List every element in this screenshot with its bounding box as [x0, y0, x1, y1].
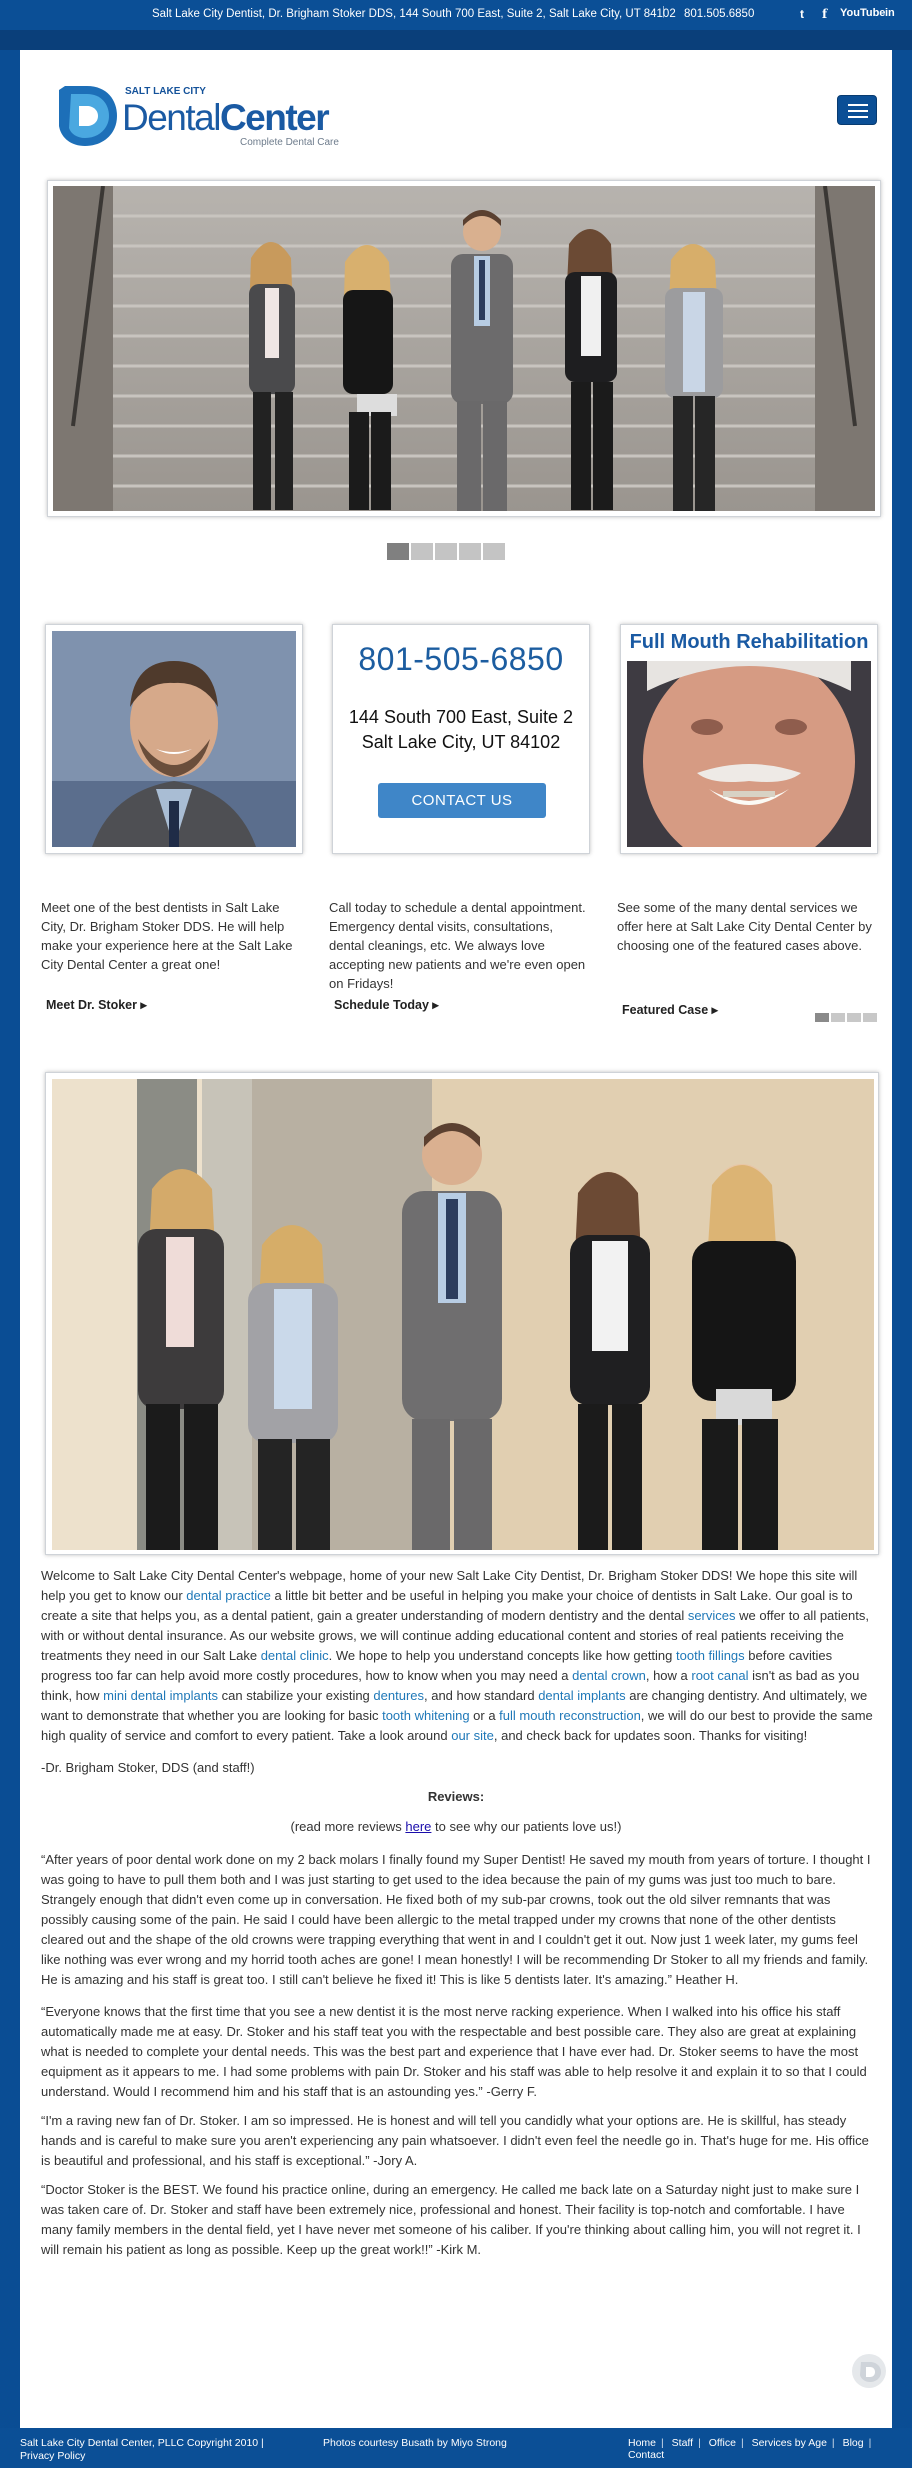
contact-us-button[interactable]: CONTACT US	[378, 783, 546, 818]
dentures-link[interactable]: dentures	[373, 1688, 424, 1703]
contact-info-box: 801-505-6850 144 South 700 East, Suite 2…	[332, 624, 590, 854]
slider-dot[interactable]	[459, 543, 481, 560]
dental-implants-link[interactable]: dental implants	[538, 1688, 625, 1703]
slider-dot[interactable]	[483, 543, 505, 560]
hamburger-menu-button[interactable]	[837, 95, 877, 125]
logo-word-dental: Dental	[122, 97, 221, 138]
photo-credit: Photos courtesy Busath by Miyo Strong	[323, 2437, 507, 2449]
schedule-text: Call today to schedule a dental appointm…	[329, 900, 586, 991]
box-address-line1: 144 South 700 East, Suite 2	[348, 707, 574, 727]
team-photo-frame	[45, 1072, 879, 1555]
box-address: 144 South 700 East, Suite 2 Salt Lake Ci…	[333, 705, 589, 755]
reviews-subtitle: (read more reviews here to see why our p…	[0, 1819, 912, 1834]
slider-dot[interactable]	[387, 543, 409, 560]
full-mouth-reconstruction-link[interactable]: full mouth reconstruction	[499, 1708, 641, 1723]
reviews-sub-text: (read more reviews	[290, 1819, 406, 1834]
more-reviews-link[interactable]: here	[405, 1819, 431, 1834]
root-canal-link[interactable]: root canal	[691, 1668, 748, 1683]
doctor-portrait-box[interactable]	[45, 624, 303, 854]
team-group-photo	[52, 1079, 874, 1550]
featured-dot[interactable]	[815, 1013, 829, 1022]
welcome-text: , how a	[645, 1668, 692, 1683]
header-phone-link[interactable]: 801.505.6850	[684, 8, 754, 20]
privacy-policy-link[interactable]: Privacy Policy	[20, 2450, 264, 2463]
facebook-icon[interactable]: f	[822, 7, 827, 21]
header-strip	[0, 30, 912, 50]
our-site-link[interactable]: our site	[451, 1728, 494, 1743]
mini-dental-implants-link[interactable]: mini dental implants	[103, 1688, 218, 1703]
featured-case-title: Full Mouth Rehabilitation	[629, 631, 869, 653]
menu-bar-icon	[848, 110, 868, 112]
footer-nav-staff[interactable]: Staff	[672, 2437, 693, 2449]
dental-center-watermark-icon	[852, 2354, 886, 2388]
header-address: Salt Lake City Dentist, Dr. Brigham Stok…	[152, 8, 676, 20]
featured-case-box[interactable]: Full Mouth Rehabilitation	[620, 624, 878, 854]
tooth-whitening-link[interactable]: tooth whitening	[382, 1708, 469, 1723]
dental-practice-link[interactable]: dental practice	[186, 1588, 271, 1603]
review-jory: “I'm a raving new fan of Dr. Stoker. I a…	[41, 2113, 869, 2168]
footer-nav-divider: |	[661, 2437, 664, 2449]
footer-nav-divider: |	[831, 2437, 835, 2449]
footer-nav-divider: |	[740, 2437, 744, 2449]
meet-dr-stoker-link[interactable]: Meet Dr. Stoker ▸	[46, 997, 147, 1012]
welcome-paragraph: Welcome to Salt Lake City Dental Center'…	[41, 1566, 880, 1746]
box-phone-number[interactable]: 801-505-6850	[333, 641, 589, 678]
footer-copyright-block: Salt Lake City Dental Center, PLLC Copyr…	[20, 2437, 264, 2463]
footer-nav-home[interactable]: Home	[628, 2437, 656, 2449]
header-separator: |	[662, 6, 665, 18]
logo-tagline: Complete Dental Care	[240, 137, 339, 148]
footer-nav-services-by-age[interactable]: Services by Age	[752, 2437, 827, 2449]
reviews-heading: Reviews:	[427, 1789, 485, 1804]
featured-case-link[interactable]: Featured Case ▸	[622, 1002, 718, 1017]
dental-crown-link[interactable]: dental crown	[572, 1668, 646, 1683]
welcome-text: , and how standard	[424, 1688, 539, 1703]
schedule-today-link[interactable]: Schedule Today ▸	[334, 997, 439, 1012]
menu-bar-icon	[848, 104, 868, 106]
welcome-text: can stabilize your existing	[218, 1688, 374, 1703]
box-address-line2: Salt Lake City, UT 84102	[361, 732, 561, 752]
slider-dot[interactable]	[435, 543, 457, 560]
slider-dot[interactable]	[411, 543, 433, 560]
dental-center-logo-icon[interactable]	[57, 80, 119, 148]
featured-dot[interactable]	[831, 1013, 845, 1022]
logo-wordmark[interactable]: DentalCenter	[122, 97, 330, 139]
review-heather: “After years of poor dental work done on…	[41, 1852, 871, 1987]
featured-text: See some of the many dental services we …	[617, 900, 872, 953]
footer-nav-contact[interactable]: Contact	[628, 2449, 664, 2461]
services-link[interactable]: services	[688, 1608, 736, 1623]
doctor-signoff: -Dr. Brigham Stoker, DDS (and staff!)	[41, 1760, 255, 1775]
hero-slider[interactable]	[47, 180, 881, 517]
review-kirk: “Doctor Stoker is the BEST. We found his…	[41, 2182, 861, 2257]
footer-nav-divider: |	[868, 2437, 872, 2449]
twitter-icon[interactable]: t	[800, 7, 804, 21]
welcome-text: , and check back for updates soon. Thank…	[493, 1728, 808, 1743]
youtube-icon[interactable]: YouTube	[840, 7, 885, 19]
meet-doctor-text: Meet one of the best dentists in Salt La…	[41, 900, 293, 972]
dr-stoker-portrait	[52, 631, 296, 847]
reviews-sub-text: to see why our patients love us!)	[431, 1819, 622, 1834]
featured-dot[interactable]	[863, 1013, 877, 1022]
featured-dot[interactable]	[847, 1013, 861, 1022]
site-footer: Salt Lake City Dental Center, PLLC Copyr…	[0, 2428, 912, 2468]
footer-nav: Home | Staff | Office | Services by Age | Bl…	[628, 2437, 912, 2461]
review-gerry: “Everyone knows that the first time that…	[41, 2004, 867, 2099]
footer-nav-blog[interactable]: Blog	[843, 2437, 864, 2449]
full-mouth-patient-photo	[627, 661, 871, 847]
footer-copyright: Salt Lake City Dental Center, PLLC Copyr…	[20, 2437, 264, 2449]
logo-subtitle: SALT LAKE CITY	[125, 86, 206, 97]
welcome-text: . We hope to help you understand concept…	[328, 1648, 677, 1663]
linkedin-icon[interactable]: in	[885, 7, 895, 19]
top-info-bar: Salt Lake City Dentist, Dr. Brigham Stok…	[0, 0, 912, 30]
footer-nav-divider: |	[698, 2437, 701, 2449]
footer-nav-office[interactable]: Office	[709, 2437, 736, 2449]
logo-word-center: Center	[219, 97, 330, 138]
dental-clinic-link[interactable]: dental clinic	[261, 1648, 329, 1663]
staff-group-photo-stairs	[53, 186, 875, 511]
welcome-text: or a	[469, 1708, 500, 1723]
tooth-fillings-link[interactable]: tooth fillings	[676, 1648, 745, 1663]
menu-bar-icon	[848, 116, 868, 118]
